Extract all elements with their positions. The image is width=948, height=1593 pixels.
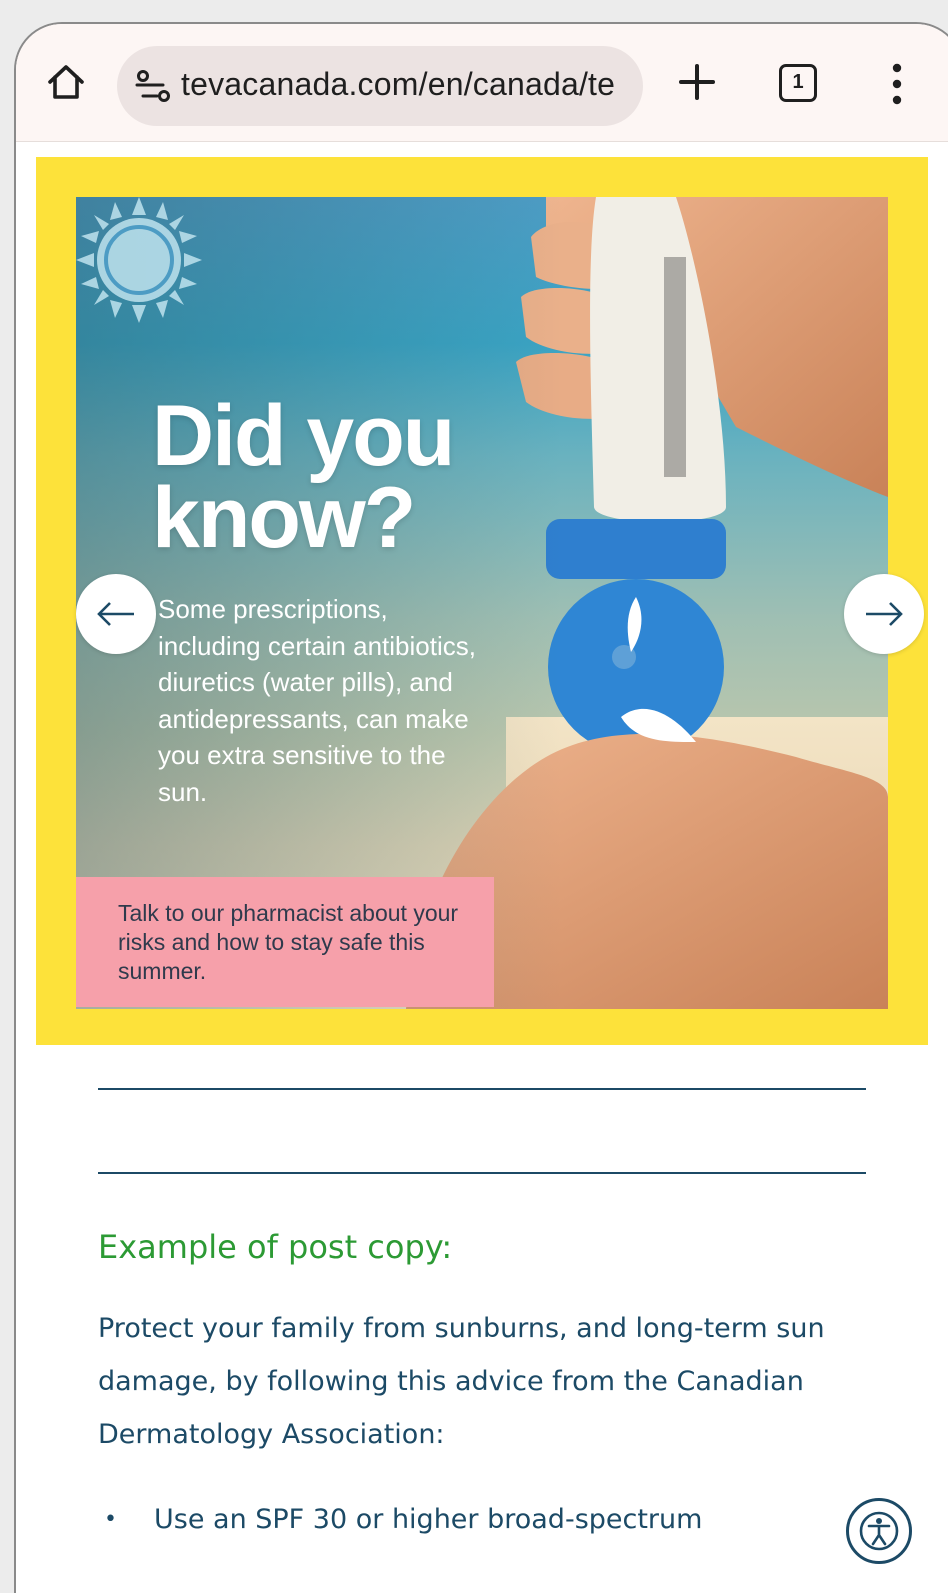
advice-item-text: Use an SPF 30 or higher broad-spectrum <box>154 1504 703 1535</box>
site-info-tune-icon[interactable] <box>135 69 171 103</box>
bullet-dot: • <box>104 1507 117 1532</box>
slide-body-text: Some prescriptions, including certain an… <box>158 594 476 807</box>
slide-callout-box: Talk to our pharmacist about your risks … <box>76 877 494 1007</box>
slide-headline: Did you know? <box>152 388 552 566</box>
url-text[interactable]: tevacanada.com/en/canada/te <box>181 66 631 103</box>
carousel-next-button[interactable] <box>844 574 924 654</box>
carousel-frame: Did you know? Some prescriptions, includ… <box>36 157 928 1045</box>
arrow-right-icon <box>866 602 903 626</box>
new-tab-button[interactable] <box>677 62 717 102</box>
slide-callout-text: Talk to our pharmacist about your risks … <box>118 900 459 984</box>
carousel-slide-image: Did you know? Some prescriptions, includ… <box>76 197 888 1009</box>
tab-count-badge: 1 <box>779 64 817 102</box>
advice-list-item: • Use an SPF 30 or higher broad-spectrum <box>98 1502 818 1538</box>
browser-toolbar: tevacanada.com/en/canada/te 1 <box>16 24 948 142</box>
headline-line-1: Did you <box>152 388 455 484</box>
post-copy-heading: Example of post copy: <box>98 1228 453 1266</box>
page-content: Did you know? Some prescriptions, includ… <box>16 142 948 1593</box>
headline-line-2: know? <box>152 470 416 566</box>
arrow-left-icon <box>97 602 134 626</box>
home-button[interactable] <box>46 62 86 102</box>
address-bar[interactable]: tevacanada.com/en/canada/te <box>117 46 643 126</box>
phone-frame: tevacanada.com/en/canada/te 1 Did you kn… <box>14 22 948 1593</box>
plus-icon <box>679 64 715 100</box>
browser-menu-button[interactable] <box>882 62 912 106</box>
accessibility-icon <box>859 1511 899 1551</box>
carousel-prev-button[interactable] <box>76 574 156 654</box>
more-vertical-icon <box>892 63 902 105</box>
post-copy-intro: Protect your family from sunburns, and l… <box>98 1313 825 1450</box>
advice-list: • Use an SPF 30 or higher broad-spectrum <box>98 1502 818 1538</box>
sun-icon <box>76 197 202 323</box>
section-divider-bottom <box>98 1172 866 1174</box>
accessibility-button[interactable] <box>846 1498 912 1564</box>
section-divider-top <box>98 1088 866 1090</box>
tab-switcher-button[interactable]: 1 <box>779 64 819 104</box>
home-icon <box>48 65 84 99</box>
